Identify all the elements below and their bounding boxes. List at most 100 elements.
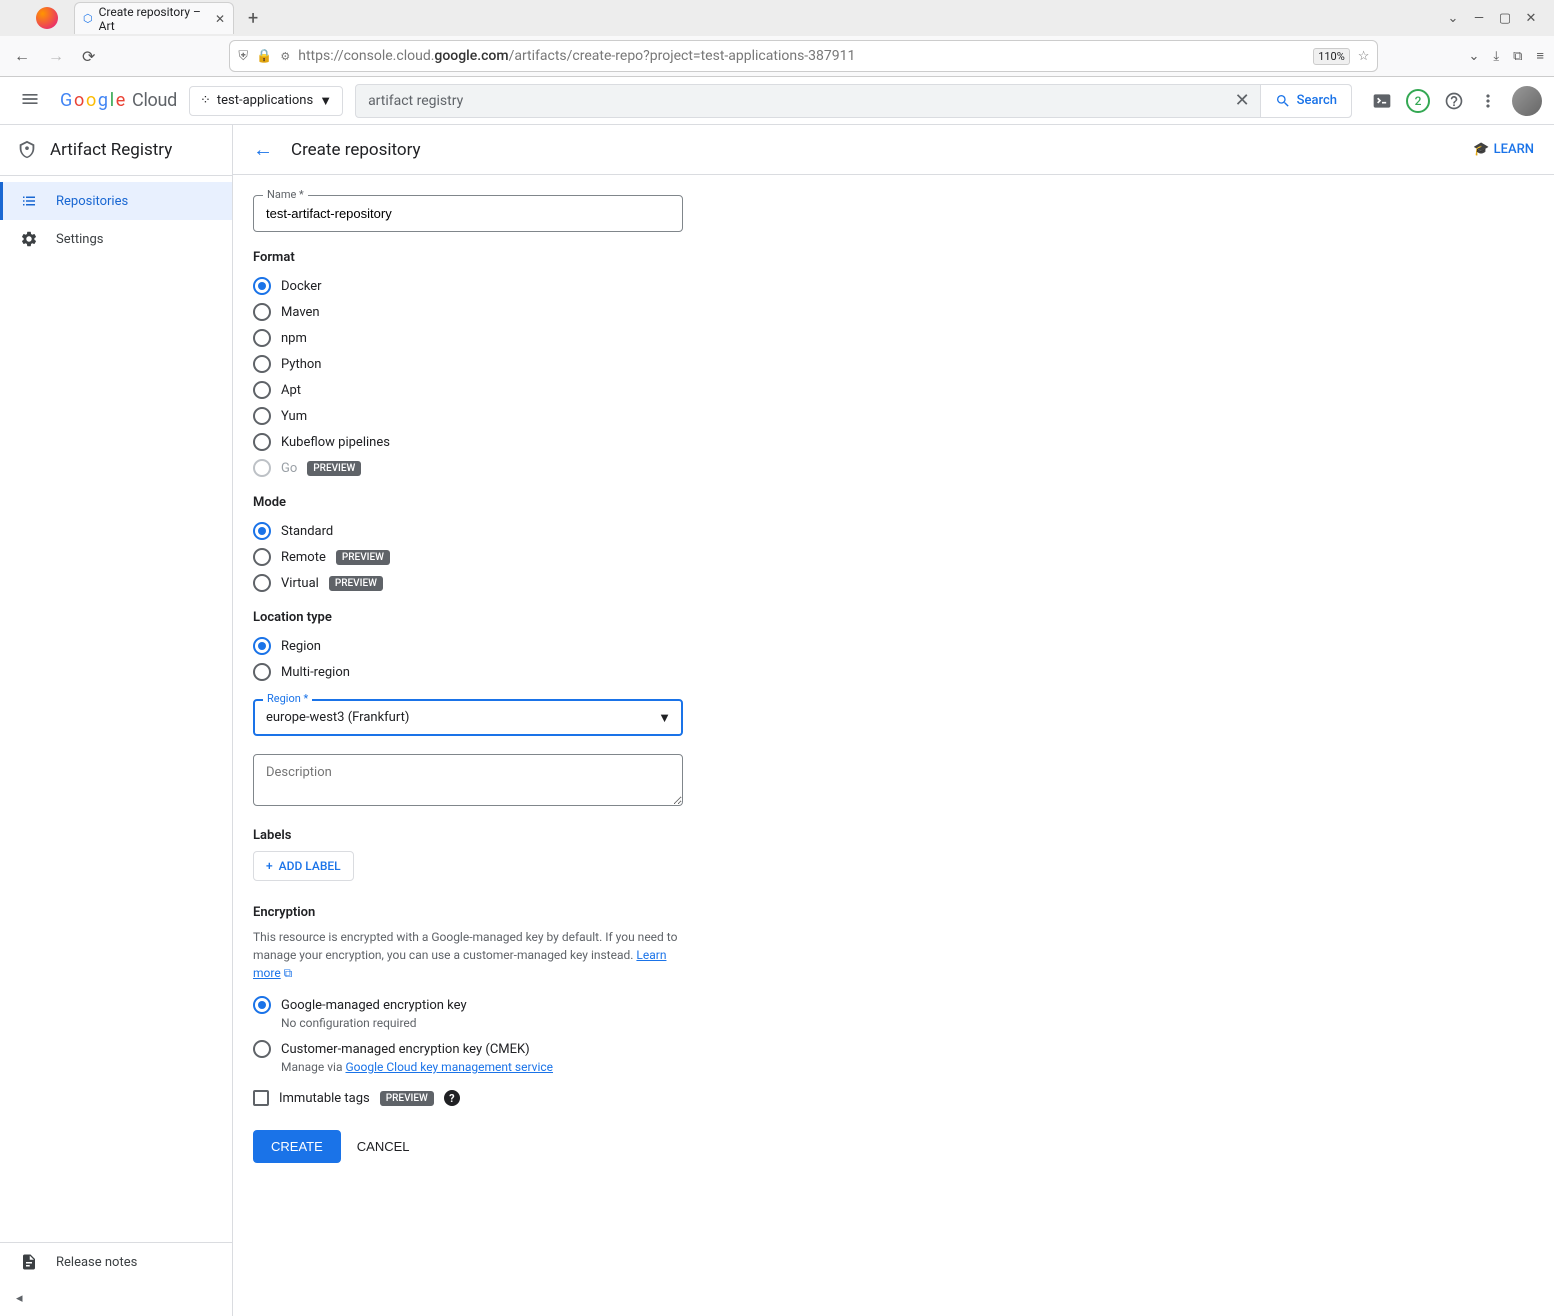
radio-format-go: Go PREVIEW: [253, 455, 683, 481]
close-icon[interactable]: ✕: [215, 12, 225, 26]
app-menu-icon[interactable]: ≡: [1536, 48, 1544, 64]
zoom-badge[interactable]: 110%: [1313, 48, 1350, 65]
add-label-button[interactable]: + ADD LABEL: [253, 851, 354, 881]
bookmark-star-icon[interactable]: ☆: [1358, 49, 1370, 64]
help-button[interactable]: [1444, 91, 1464, 111]
region-field-wrap: Region * europe-west3 (Frankfurt) ▼: [253, 699, 683, 736]
search-icon: [1275, 93, 1291, 109]
lock-icon[interactable]: 🔒: [256, 49, 272, 64]
page-title: Create repository: [291, 140, 421, 160]
region-label: Region *: [263, 692, 312, 705]
radio-google-managed-key[interactable]: Google-managed encryption key: [253, 992, 683, 1018]
radio-location-type-region[interactable]: Region: [253, 633, 683, 659]
release-notes-label: Release notes: [56, 1255, 137, 1270]
project-icon: ⁘: [200, 93, 211, 108]
back-button[interactable]: ←: [253, 137, 273, 162]
mode-heading: Mode: [253, 495, 683, 510]
search-button[interactable]: Search: [1260, 85, 1351, 117]
radio-mode-virtual[interactable]: VirtualPREVIEW: [253, 570, 683, 596]
chevron-down-icon[interactable]: ⌄: [1446, 11, 1460, 25]
preview-badge: PREVIEW: [380, 1091, 434, 1106]
radio-icon: [253, 574, 271, 592]
immutable-tags-label: Immutable tags: [279, 1091, 370, 1106]
name-input[interactable]: [253, 195, 683, 232]
url-bar[interactable]: ⛨ 🔒 ⚙ https://console.cloud.google.com/a…: [229, 40, 1378, 72]
help-tooltip-icon[interactable]: ?: [444, 1090, 460, 1106]
radio-cmek[interactable]: Customer-managed encryption key (CMEK): [253, 1036, 683, 1062]
cloud-shell-button[interactable]: [1372, 91, 1392, 111]
radio-icon: [253, 303, 271, 321]
shield-icon[interactable]: ⛨: [238, 49, 248, 64]
downloads-icon[interactable]: ⤓: [1493, 49, 1499, 64]
immutable-tags-row: Immutable tags PREVIEW ?: [253, 1086, 683, 1110]
minimize-icon[interactable]: —: [1472, 11, 1486, 25]
browser-tab[interactable]: ⬡ Create repository – Art ✕: [74, 2, 234, 34]
radio-icon: [253, 548, 271, 566]
new-tab-button[interactable]: +: [240, 8, 266, 29]
radio-label: Apt: [281, 383, 301, 398]
clear-search-icon[interactable]: ✕: [1225, 90, 1260, 111]
gear-icon: [20, 230, 38, 248]
graduation-cap-icon: 🎓: [1473, 142, 1489, 157]
radio-format-apt[interactable]: Apt: [253, 377, 683, 403]
cancel-button[interactable]: CANCEL: [357, 1139, 410, 1154]
radio-label: Yum: [281, 409, 307, 424]
avatar[interactable]: [1512, 86, 1542, 116]
tab-favicon: ⬡: [83, 12, 93, 25]
create-button[interactable]: CREATE: [253, 1130, 341, 1163]
learn-button[interactable]: 🎓 LEARN: [1473, 142, 1534, 157]
close-window-icon[interactable]: ✕: [1524, 11, 1538, 25]
firefox-icon: [36, 7, 58, 29]
radio-mode-remote[interactable]: RemotePREVIEW: [253, 544, 683, 570]
browser-nav-bar: ← → ⟳ ⛨ 🔒 ⚙ https://console.cloud.google…: [0, 36, 1554, 76]
radio-icon: [253, 637, 271, 655]
chevron-left-icon: ◂: [16, 1291, 23, 1306]
radio-icon: [253, 996, 271, 1014]
radio-format-maven[interactable]: Maven: [253, 299, 683, 325]
radio-format-kubeflow-pipelines[interactable]: Kubeflow pipelines: [253, 429, 683, 455]
region-select[interactable]: europe-west3 (Frankfurt): [253, 699, 683, 736]
description-input[interactable]: [253, 754, 683, 806]
radio-icon: [253, 433, 271, 451]
kms-link[interactable]: Google Cloud key management service: [345, 1060, 553, 1074]
permissions-icon[interactable]: ⚙: [280, 50, 290, 63]
radio-label: Maven: [281, 305, 320, 320]
back-icon[interactable]: ←: [10, 42, 34, 70]
help-icon: [1444, 91, 1464, 111]
radio-format-python[interactable]: Python: [253, 351, 683, 377]
collapse-sidebar-button[interactable]: ◂: [0, 1281, 232, 1316]
terminal-icon: [1372, 91, 1392, 111]
create-repo-form: Name * Format DockerMavennpmPythonAptYum…: [233, 175, 703, 1203]
reload-icon[interactable]: ⟳: [78, 43, 99, 70]
plus-icon: +: [266, 859, 273, 873]
radio-format-npm[interactable]: npm: [253, 325, 683, 351]
radio-label: Go: [281, 461, 297, 476]
pocket-icon[interactable]: ⌄: [1468, 49, 1479, 64]
more-button[interactable]: [1478, 91, 1498, 111]
radio-format-docker[interactable]: Docker: [253, 273, 683, 299]
radio-icon: [253, 355, 271, 373]
sidebar-item-settings[interactable]: Settings: [0, 220, 232, 258]
forward-icon: →: [44, 42, 68, 70]
radio-mode-standard[interactable]: Standard: [253, 518, 683, 544]
project-picker[interactable]: ⁘ test-applications ▼: [189, 86, 343, 116]
preview-badge: PREVIEW: [307, 461, 361, 476]
immutable-tags-checkbox[interactable]: [253, 1090, 269, 1106]
notifications-badge[interactable]: 2: [1406, 89, 1430, 113]
extensions-icon[interactable]: ⧉: [1513, 49, 1522, 64]
radio-icon: [253, 522, 271, 540]
search-input[interactable]: artifact registry: [356, 93, 1225, 109]
nav-menu-button[interactable]: [12, 81, 48, 121]
radio-icon: [253, 381, 271, 399]
radio-location-type-multi-region[interactable]: Multi-region: [253, 659, 683, 685]
google-cloud-logo[interactable]: Google Cloud: [60, 90, 177, 111]
sidebar-item-repositories[interactable]: Repositories: [0, 182, 232, 220]
maximize-icon[interactable]: ▢: [1498, 11, 1512, 25]
radio-icon: [253, 459, 271, 477]
sidebar-item-label: Settings: [56, 232, 103, 247]
notes-icon: [20, 1253, 38, 1271]
radio-format-yum[interactable]: Yum: [253, 403, 683, 429]
release-notes-link[interactable]: Release notes: [0, 1243, 232, 1281]
google-key-sub: No configuration required: [281, 1016, 683, 1030]
sidebar: Artifact Registry Repositories Settings …: [0, 125, 233, 1316]
